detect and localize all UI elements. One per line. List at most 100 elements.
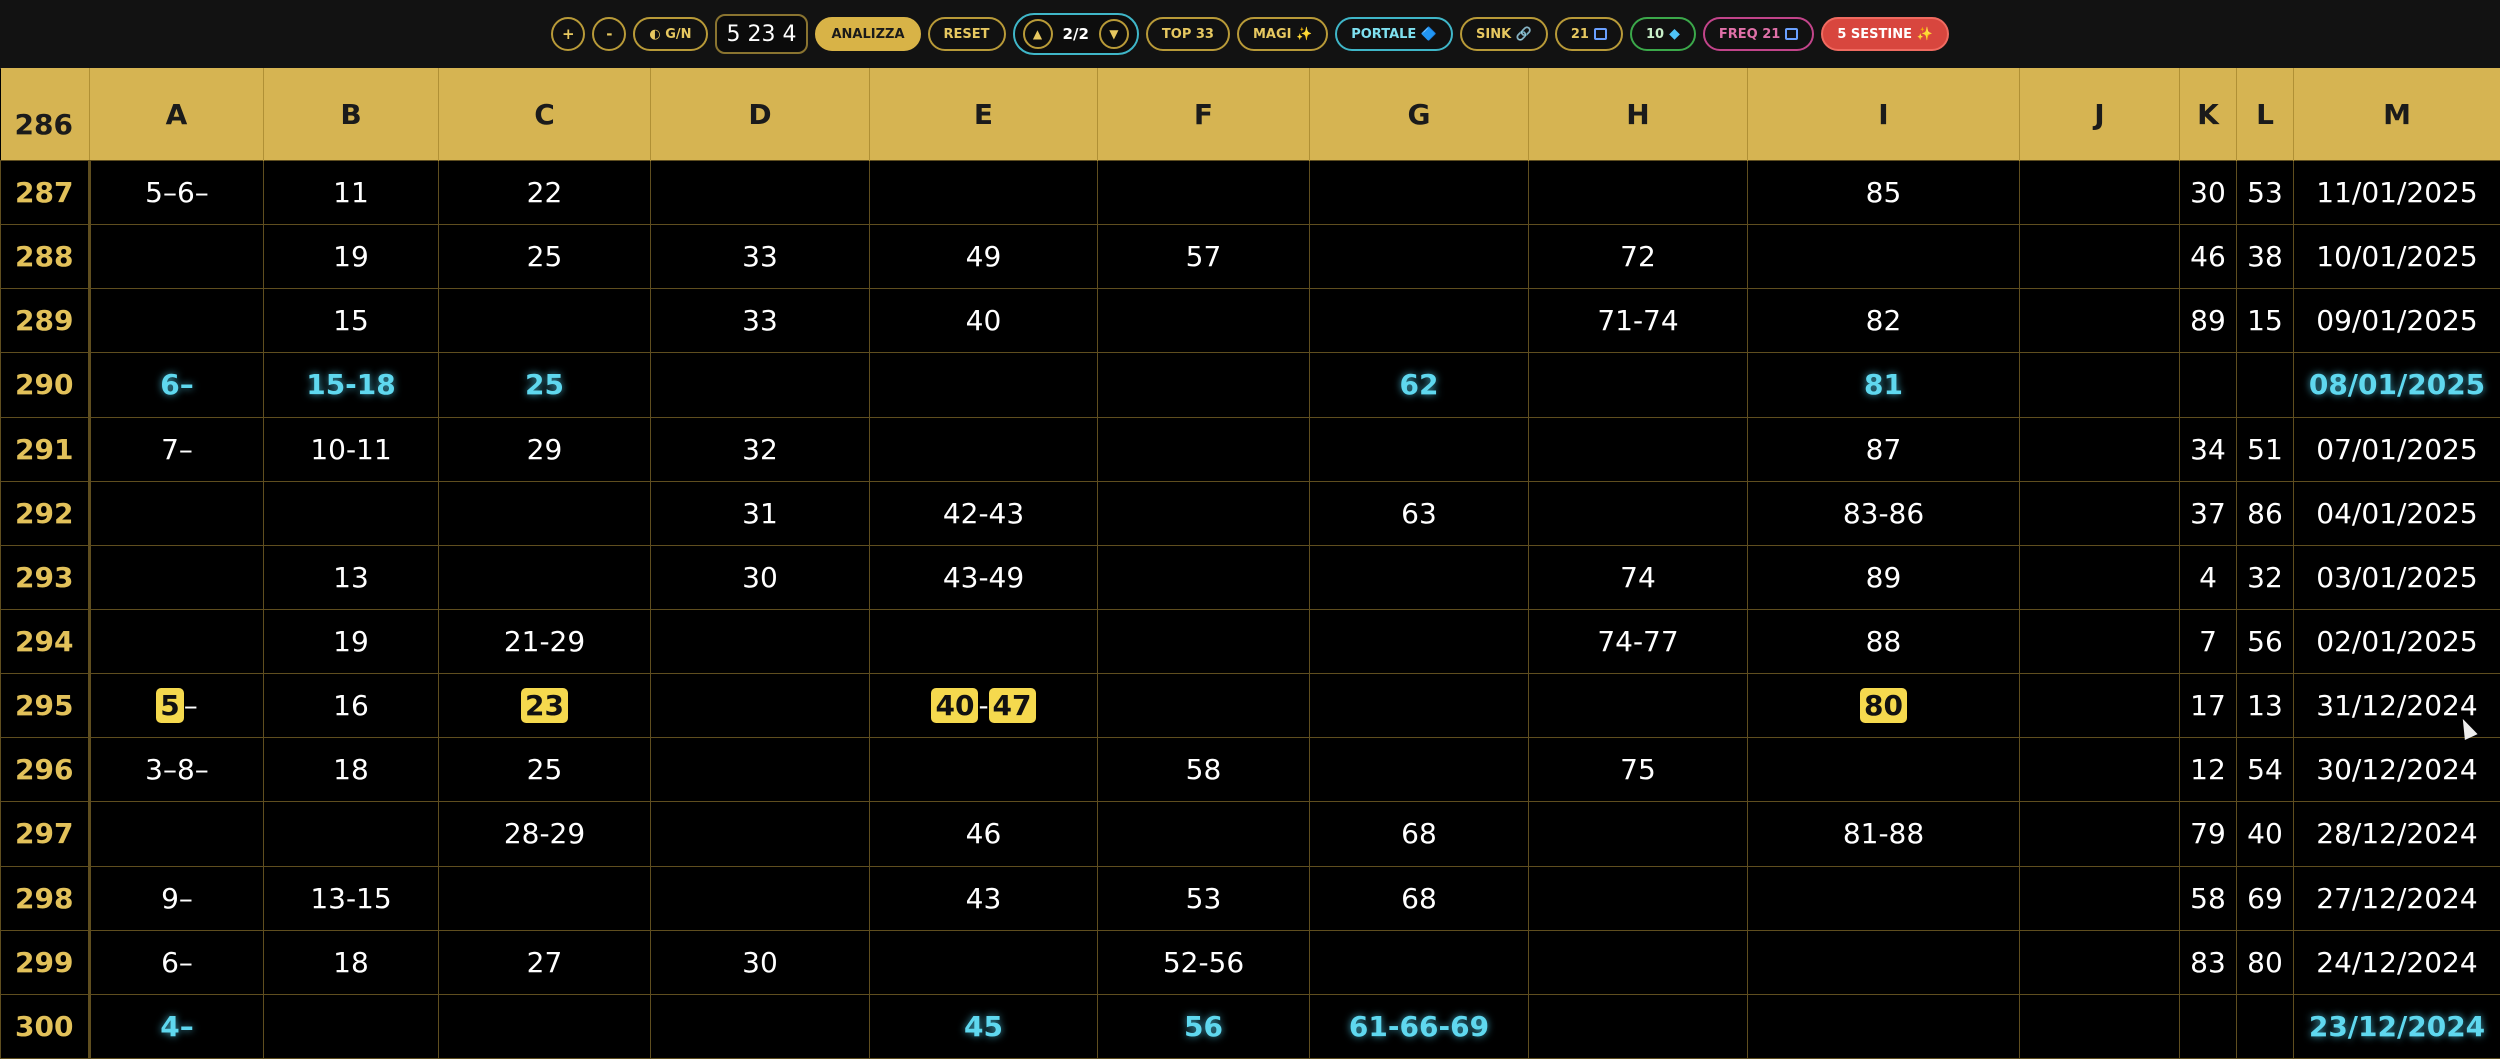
sink-button[interactable]: SINK 🔗	[1460, 17, 1548, 51]
table-cell[interactable]: 32	[2236, 544, 2294, 610]
table-cell[interactable]	[1528, 865, 1748, 931]
table-cell[interactable]: 07/01/2025	[2293, 416, 2500, 482]
table-cell[interactable]: 15	[263, 288, 439, 354]
table-cell[interactable]: 32	[650, 416, 870, 482]
table-cell[interactable]: 18	[263, 929, 439, 995]
table-cell[interactable]: 28-29	[438, 801, 651, 867]
zoom-out-button[interactable]: -	[592, 17, 627, 51]
table-cell[interactable]: 25	[438, 352, 651, 418]
table-cell[interactable]: 58	[2179, 865, 2237, 931]
table-cell[interactable]: 4–	[89, 993, 264, 1059]
table-cell[interactable]: 46	[2179, 224, 2237, 290]
table-cell[interactable]: 40-47	[869, 673, 1098, 739]
portale-button[interactable]: PORTALE 🔷	[1335, 17, 1454, 51]
table-cell[interactable]	[2179, 352, 2237, 418]
table-cell[interactable]	[1528, 416, 1748, 482]
table-cell[interactable]	[1747, 737, 2020, 803]
zoom-in-button[interactable]: +	[551, 17, 586, 51]
table-cell[interactable]: 81-88	[1747, 801, 2020, 867]
table-cell[interactable]: 27	[438, 929, 651, 995]
table-cell[interactable]: 69	[2236, 865, 2294, 931]
column-header-j[interactable]: J	[2019, 68, 2180, 161]
analizza-button[interactable]: ANALIZZA	[815, 17, 921, 51]
table-cell[interactable]: 10-11	[263, 416, 439, 482]
table-cell[interactable]	[1528, 159, 1748, 226]
table-cell[interactable]: 58	[1097, 737, 1310, 803]
table-cell[interactable]	[1528, 480, 1748, 546]
table-cell[interactable]: 09/01/2025	[2293, 288, 2500, 354]
table-cell[interactable]: 10/01/2025	[2293, 224, 2500, 290]
column-header-l[interactable]: L	[2236, 68, 2294, 161]
table-cell[interactable]: 68	[1309, 801, 1529, 867]
table-cell[interactable]	[1309, 608, 1529, 675]
table-cell[interactable]	[1309, 544, 1529, 610]
table-cell[interactable]: 02/01/2025	[2293, 608, 2500, 675]
table-cell[interactable]	[1747, 929, 2020, 995]
table-cell[interactable]	[1747, 865, 2020, 931]
table-cell[interactable]: 82	[1747, 288, 2020, 354]
table-cell[interactable]: 79	[2179, 801, 2237, 867]
table-cell[interactable]	[2019, 737, 2180, 803]
column-header-i[interactable]: I	[1747, 68, 2020, 161]
table-cell[interactable]	[438, 993, 651, 1059]
table-cell[interactable]: 57	[1097, 224, 1310, 290]
table-cell[interactable]	[1097, 352, 1310, 418]
table-cell[interactable]	[89, 224, 264, 290]
table-cell[interactable]	[89, 288, 264, 354]
table-cell[interactable]	[89, 608, 264, 675]
table-cell[interactable]	[2019, 288, 2180, 354]
table-cell[interactable]: 75	[1528, 737, 1748, 803]
table-cell[interactable]	[869, 737, 1098, 803]
table-cell[interactable]	[2019, 993, 2180, 1059]
table-cell[interactable]: 88	[1747, 608, 2020, 675]
table-cell[interactable]	[869, 352, 1098, 418]
table-cell[interactable]	[2019, 352, 2180, 418]
table-cell[interactable]: 33	[650, 224, 870, 290]
table-cell[interactable]: 34	[2179, 416, 2237, 482]
table-cell[interactable]: 30	[2179, 159, 2237, 226]
table-cell[interactable]: 03/01/2025	[2293, 544, 2500, 610]
table-cell[interactable]	[2179, 993, 2237, 1059]
table-cell[interactable]	[869, 416, 1098, 482]
table-cell[interactable]	[2236, 352, 2294, 418]
table-cell[interactable]: 38	[2236, 224, 2294, 290]
table-cell[interactable]: 27/12/2024	[2293, 865, 2500, 931]
table-cell[interactable]: 17	[2179, 673, 2237, 739]
table-cell[interactable]: 23	[438, 673, 651, 739]
table-cell[interactable]: 13	[2236, 673, 2294, 739]
column-header-k[interactable]: K	[2179, 68, 2237, 161]
table-cell[interactable]	[650, 673, 870, 739]
table-cell[interactable]: 80	[1747, 673, 2020, 739]
reset-button[interactable]: RESET	[927, 17, 1006, 51]
table-cell[interactable]: 04/01/2025	[2293, 480, 2500, 546]
table-cell[interactable]: 24/12/2024	[2293, 929, 2500, 995]
table-cell[interactable]: 23/12/2024	[2293, 993, 2500, 1059]
nav-down-button[interactable]: ▼	[1098, 19, 1129, 49]
table-cell[interactable]: 63	[1309, 480, 1529, 546]
table-cell[interactable]: 62	[1309, 352, 1529, 418]
table-cell[interactable]	[650, 159, 870, 226]
table-cell[interactable]: 5–	[89, 673, 264, 739]
table-cell[interactable]	[1097, 288, 1310, 354]
nav-up-button[interactable]: ▲	[1022, 19, 1053, 49]
numbers-display[interactable]: 5 23 4	[714, 14, 809, 54]
table-cell[interactable]	[1747, 224, 2020, 290]
table-cell[interactable]: 40	[869, 288, 1098, 354]
table-cell[interactable]: 72	[1528, 224, 1748, 290]
table-cell[interactable]	[438, 865, 651, 931]
table-cell[interactable]	[2019, 608, 2180, 675]
table-cell[interactable]: 61-66-69	[1309, 993, 1529, 1059]
table-cell[interactable]: 45	[869, 993, 1098, 1059]
table-cell[interactable]: 53	[2236, 159, 2294, 226]
table-cell[interactable]: 25	[438, 224, 651, 290]
table-cell[interactable]: 13-15	[263, 865, 439, 931]
table-cell[interactable]	[2019, 801, 2180, 867]
table-cell[interactable]: 30/12/2024	[2293, 737, 2500, 803]
table-cell[interactable]	[2019, 673, 2180, 739]
table-cell[interactable]: 08/01/2025	[2293, 352, 2500, 418]
table-cell[interactable]: 21-29	[438, 608, 651, 675]
btn-21[interactable]: 21	[1554, 17, 1623, 51]
table-cell[interactable]: 80	[2236, 929, 2294, 995]
table-cell[interactable]	[1309, 737, 1529, 803]
table-cell[interactable]: 7	[2179, 608, 2237, 675]
